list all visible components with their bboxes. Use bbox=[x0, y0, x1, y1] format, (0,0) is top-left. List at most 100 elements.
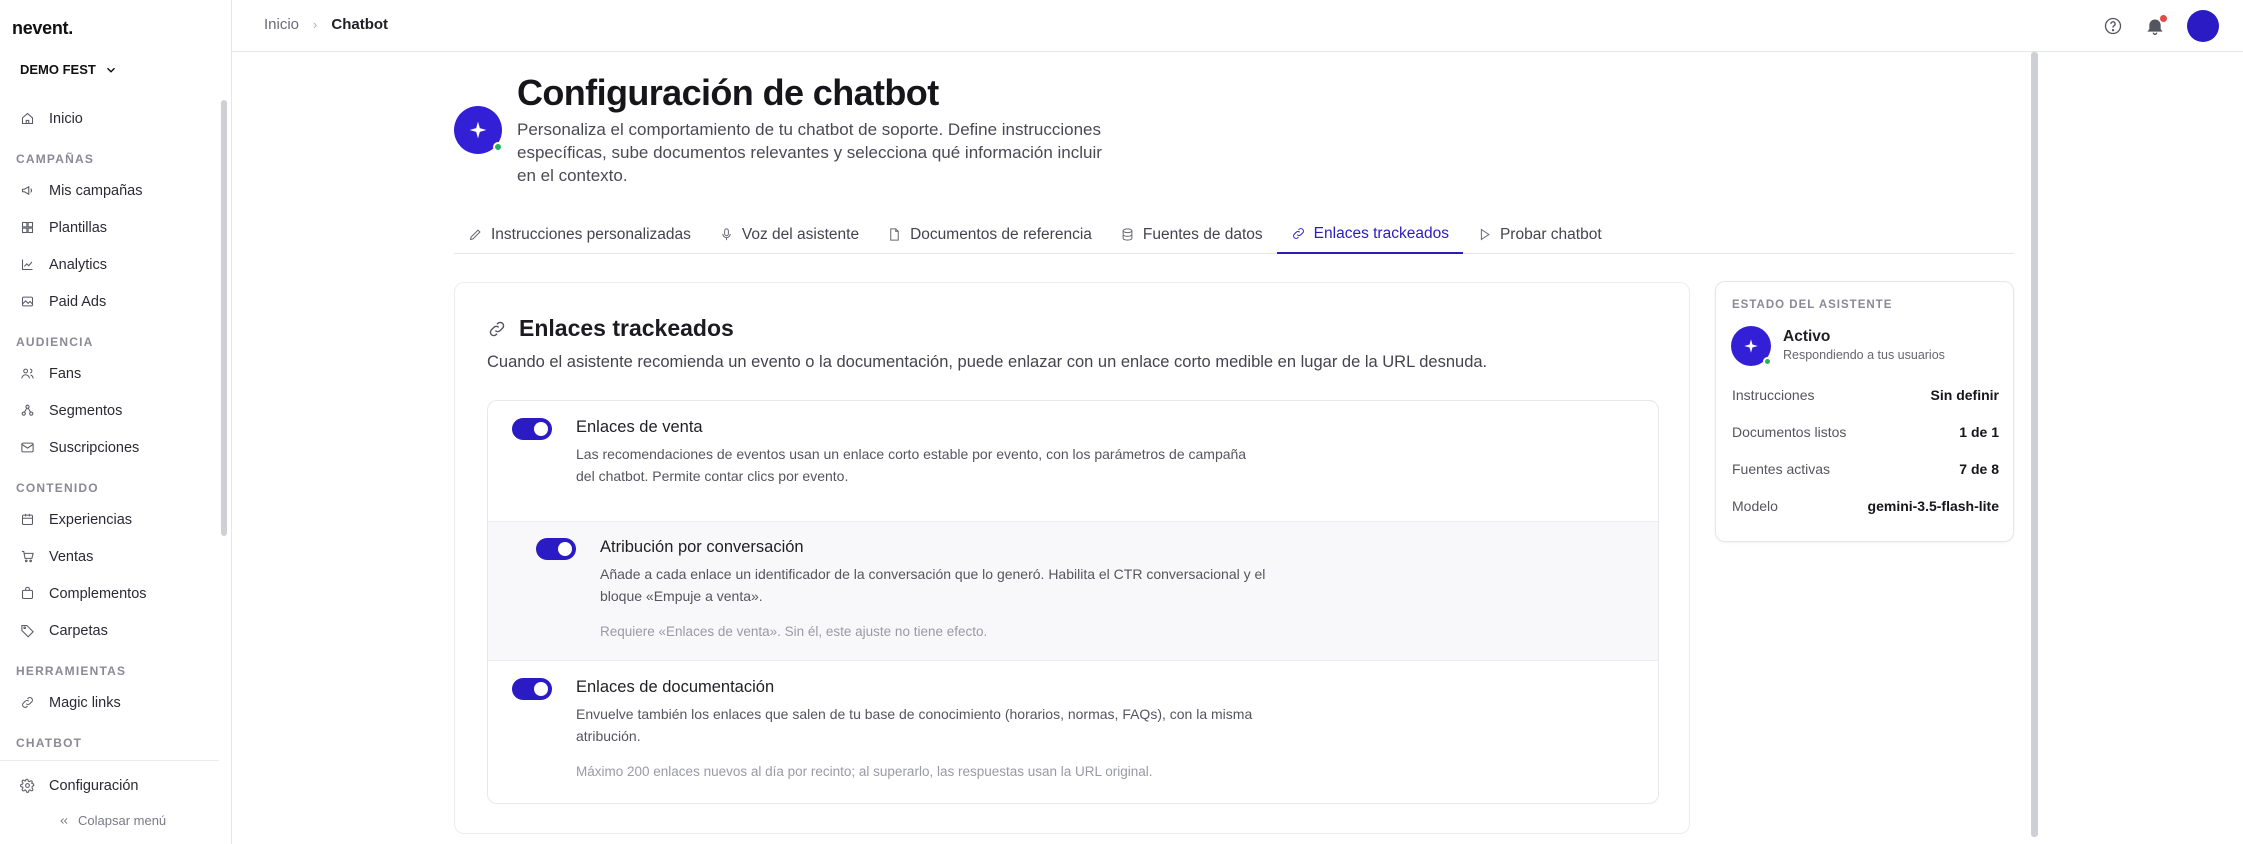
status-row-value: 1 de 1 bbox=[1959, 424, 1999, 440]
option-note: Máximo 200 enlaces nuevos al día por rec… bbox=[576, 764, 1153, 779]
sidebar-item-suscripciones[interactable]: Suscripciones bbox=[0, 429, 219, 466]
sidebar-item-plantillas[interactable]: Plantillas bbox=[0, 209, 219, 246]
sidebar-item-mis-campanas[interactable]: Mis campañas bbox=[0, 172, 219, 209]
option-note: Requiere «Enlaces de venta». Sin él, est… bbox=[600, 624, 988, 639]
top-bar: Inicio › Chatbot bbox=[232, 0, 2243, 52]
sidebar-item-ventas[interactable]: Ventas bbox=[0, 538, 219, 575]
sparkle-icon bbox=[1744, 339, 1758, 353]
option-title: Atribución por conversación bbox=[600, 538, 804, 556]
tab-probar-chatbot[interactable]: Probar chatbot bbox=[1463, 215, 1616, 254]
online-status-dot bbox=[493, 142, 503, 152]
app-logo[interactable]: nevent. bbox=[12, 18, 73, 39]
options-list: Enlaces de venta Las recomendaciones de … bbox=[487, 400, 1659, 804]
sidebar-item-label: Analytics bbox=[49, 256, 108, 273]
grid-icon bbox=[21, 221, 34, 234]
sidebar-nav: Inicio CAMPAÑAS Mis campañas Plantillas Anal… bbox=[0, 100, 219, 758]
bag-icon bbox=[21, 586, 34, 600]
sidebar-item-fans[interactable]: Fans bbox=[0, 355, 219, 392]
sidebar-section-contenido: CONTENIDO bbox=[16, 481, 99, 495]
option-description: Envuelve también los enlaces que salen d… bbox=[576, 706, 1253, 744]
sidebar-item-inicio[interactable]: Inicio bbox=[0, 100, 219, 137]
image-icon bbox=[21, 296, 34, 307]
notifications-button[interactable] bbox=[2145, 14, 2168, 36]
org-selector[interactable]: DEMO FEST bbox=[20, 62, 118, 77]
link-icon bbox=[489, 321, 505, 336]
tab-voz-del-asistente[interactable]: Voz del asistente bbox=[705, 215, 873, 254]
sidebar-item-label: Inicio bbox=[49, 110, 83, 127]
breadcrumb-current: Chatbot bbox=[331, 16, 389, 33]
sidebar-section-chatbot: CHATBOT bbox=[16, 736, 83, 750]
sidebar-section-audiencia: AUDIENCIA bbox=[16, 335, 94, 349]
status-row-key: Documentos listos bbox=[1732, 424, 1847, 440]
sidebar-item-paid-ads[interactable]: Paid Ads bbox=[0, 283, 219, 320]
user-avatar[interactable] bbox=[2187, 10, 2219, 42]
notification-dot bbox=[2159, 14, 2168, 23]
sparkle-icon bbox=[469, 121, 487, 139]
play-icon bbox=[1480, 228, 1490, 241]
conversation-attribution-toggle[interactable] bbox=[536, 538, 576, 560]
assistant-substatus: Respondiendo a tus usuarios bbox=[1783, 348, 1945, 362]
tab-instrucciones-personalizadas[interactable]: Instrucciones personalizadas bbox=[454, 215, 705, 254]
status-row-model: Modelo gemini-3.5-flash-lite bbox=[1732, 498, 1999, 514]
gear-icon bbox=[20, 778, 35, 793]
sidebar-item-label: Magic links bbox=[49, 694, 121, 711]
tab-label: Documentos de referencia bbox=[910, 225, 1092, 243]
sidebar-item-experiencias[interactable]: Experiencias bbox=[0, 501, 219, 538]
status-card-label: ESTADO DEL ASISTENTE bbox=[1732, 299, 1893, 311]
double-chevron-left-icon bbox=[60, 817, 68, 824]
online-status-dot bbox=[1763, 357, 1772, 366]
tab-enlaces-trackeados[interactable]: Enlaces trackeados bbox=[1276, 215, 1463, 254]
help-icon bbox=[2104, 17, 2122, 35]
option-sales-links: Enlaces de venta Las recomendaciones de … bbox=[488, 401, 1658, 521]
database-icon bbox=[1122, 228, 1133, 241]
sidebar-item-analytics[interactable]: Analytics bbox=[0, 246, 219, 283]
sidebar-item-complementos[interactable]: Complementos bbox=[0, 575, 219, 612]
home-icon bbox=[21, 112, 34, 125]
tab-fuentes-de-datos[interactable]: Fuentes de datos bbox=[1106, 215, 1277, 254]
tab-label: Instrucciones personalizadas bbox=[491, 225, 691, 243]
sidebar-item-label: Paid Ads bbox=[49, 293, 107, 310]
sidebar-item-magic-links[interactable]: Magic links bbox=[0, 684, 219, 721]
sidebar-item-carpetas[interactable]: Carpetas bbox=[0, 612, 219, 649]
option-conversation-attribution: Atribución por conversación Añade a cada… bbox=[488, 521, 1658, 661]
link-icon bbox=[1292, 228, 1304, 239]
sidebar-footer: Configuración bbox=[0, 760, 219, 804]
status-row-key: Fuentes activas bbox=[1732, 461, 1831, 477]
panel-title: Enlaces trackeados bbox=[519, 315, 734, 341]
status-row-key: Modelo bbox=[1732, 498, 1778, 514]
sidebar-section-herramientas: HERRAMIENTAS bbox=[16, 664, 127, 678]
tag-icon bbox=[21, 624, 34, 638]
help-button[interactable] bbox=[2103, 16, 2123, 36]
sidebar-item-segmentos[interactable]: Segmentos bbox=[0, 392, 219, 429]
sidebar-item-configuracion[interactable]: Configuración bbox=[0, 767, 219, 804]
documentation-links-toggle[interactable] bbox=[512, 678, 552, 700]
org-name: DEMO FEST bbox=[20, 62, 96, 77]
sidebar-item-label: Fans bbox=[49, 365, 82, 382]
tab-label: Probar chatbot bbox=[1499, 225, 1602, 243]
microphone-icon bbox=[722, 228, 731, 241]
segments-icon bbox=[21, 404, 34, 416]
breadcrumb-separator-icon: › bbox=[313, 17, 318, 32]
panel-description: Cuando el asistente recomienda un evento… bbox=[487, 353, 1488, 371]
sidebar-scrollbar[interactable] bbox=[221, 100, 227, 536]
sidebar-item-label: Segmentos bbox=[49, 402, 123, 419]
option-description: Las recomendaciones de eventos usan un e… bbox=[576, 446, 1247, 484]
breadcrumb-home[interactable]: Inicio bbox=[264, 16, 299, 33]
tab-label: Voz del asistente bbox=[741, 225, 860, 243]
page-description: Personaliza el comportamiento de tu chat… bbox=[517, 120, 1102, 185]
sidebar-item-label: Suscripciones bbox=[49, 439, 140, 456]
calendar-icon bbox=[21, 513, 34, 526]
panel-heading: Enlaces trackeados bbox=[487, 315, 734, 342]
status-row-key: Instrucciones bbox=[1732, 387, 1815, 403]
main-scrollbar[interactable] bbox=[2031, 52, 2038, 837]
collapse-menu-button[interactable]: Colapsar menú bbox=[58, 813, 166, 828]
sidebar-item-label: Mis campañas bbox=[49, 182, 143, 199]
assistant-badge bbox=[1731, 326, 1772, 366]
assistant-status: Activo bbox=[1783, 328, 1831, 345]
sales-links-toggle[interactable] bbox=[512, 418, 552, 440]
status-row-value: Sin definir bbox=[1930, 387, 1999, 403]
collapse-menu-label: Colapsar menú bbox=[78, 813, 167, 828]
tab-documentos-de-referencia[interactable]: Documentos de referencia bbox=[873, 215, 1106, 254]
sidebar-item-label: Configuración bbox=[49, 777, 139, 794]
status-row-documents: Documentos listos 1 de 1 bbox=[1732, 424, 1999, 440]
